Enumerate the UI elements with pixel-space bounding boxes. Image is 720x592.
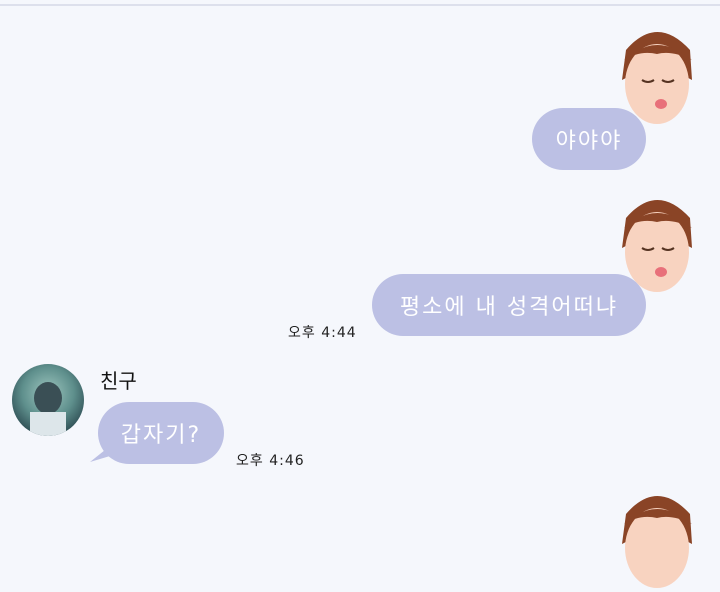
message-text: 야야야 bbox=[555, 129, 623, 154]
kiss-face-sticker[interactable] bbox=[612, 484, 702, 592]
message-bubble[interactable]: 야야야 bbox=[532, 108, 646, 170]
message-text: 갑자기? bbox=[120, 423, 202, 448]
avatar-image-icon bbox=[12, 364, 84, 436]
friend-avatar[interactable] bbox=[12, 364, 84, 436]
bubble-tail bbox=[90, 446, 110, 462]
message-bubble[interactable]: 평소에 내 성격어떠냐 bbox=[372, 274, 646, 336]
message-bubble[interactable]: 갑자기? bbox=[90, 402, 224, 464]
message-time: 오후 4:46 bbox=[236, 453, 305, 469]
top-divider bbox=[0, 4, 720, 6]
message-text: 평소에 내 성격어떠냐 bbox=[399, 295, 619, 320]
message-time: 오후 4:44 bbox=[288, 325, 357, 341]
sender-name: 친구 bbox=[100, 369, 137, 393]
